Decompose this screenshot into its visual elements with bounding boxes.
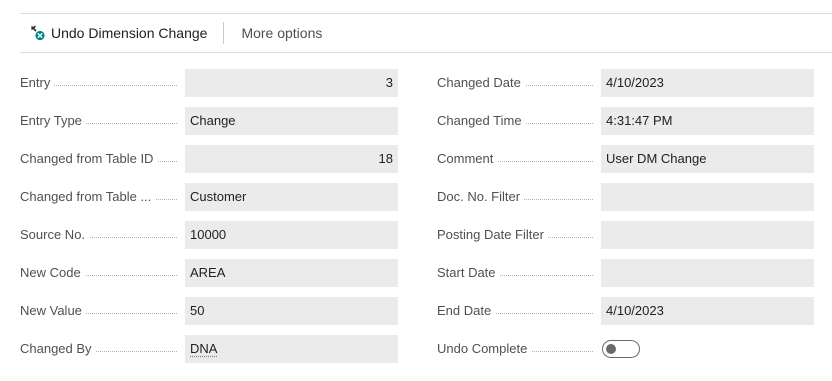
field-row-new-value: New Value 50: [20, 297, 398, 325]
entry-type-field[interactable]: Change: [185, 107, 398, 135]
field-row-changed-from-table-id: Changed from Table ID 18: [20, 145, 398, 173]
field-label: New Code: [20, 259, 185, 287]
more-options-button[interactable]: More options: [224, 14, 322, 52]
field-label: Changed from Table ...: [20, 183, 185, 211]
field-label: Entry Type: [20, 107, 185, 135]
field-label: Changed from Table ID: [20, 145, 185, 173]
undo-complete-toggle[interactable]: [602, 340, 640, 358]
field-label: End Date: [437, 297, 601, 325]
field-row-comment: Comment User DM Change: [437, 145, 814, 173]
field-label: Doc. No. Filter: [437, 183, 601, 211]
field-row-changed-by: Changed By DNA: [20, 335, 398, 363]
field-row-posting-date-filter: Posting Date Filter: [437, 221, 814, 249]
field-label: New Value: [20, 297, 185, 325]
changed-by-field[interactable]: DNA: [185, 335, 398, 363]
field-row-source-no: Source No. 10000: [20, 221, 398, 249]
end-date-field[interactable]: 4/10/2023: [601, 297, 814, 325]
start-date-field[interactable]: [601, 259, 814, 287]
field-label: Comment: [437, 145, 601, 173]
field-label: Changed Time: [437, 107, 601, 135]
field-row-start-date: Start Date: [437, 259, 814, 287]
field-row-changed-date: Changed Date 4/10/2023: [437, 69, 814, 97]
field-label: Entry: [20, 69, 185, 97]
field-label: Changed By: [20, 335, 185, 363]
field-row-end-date: End Date 4/10/2023: [437, 297, 814, 325]
field-label: Source No.: [20, 221, 185, 249]
undo-dimension-change-label: Undo Dimension Change: [51, 25, 208, 41]
field-row-doc-no-filter: Doc. No. Filter: [437, 183, 814, 211]
field-label: Posting Date Filter: [437, 221, 601, 249]
toggle-knob: [606, 344, 616, 354]
field-label: Undo Complete: [437, 335, 601, 363]
field-label: Start Date: [437, 259, 601, 287]
comment-field[interactable]: User DM Change: [601, 145, 814, 173]
undo-dimension-icon: [30, 25, 46, 41]
field-row-changed-time: Changed Time 4:31:47 PM: [437, 107, 814, 135]
changed-time-field[interactable]: 4:31:47 PM: [601, 107, 814, 135]
changed-from-table-caption-field[interactable]: Customer: [185, 183, 398, 211]
changed-by-value: DNA: [190, 341, 218, 356]
action-bar: Undo Dimension Change More options: [20, 14, 832, 53]
changed-date-field[interactable]: 4/10/2023: [601, 69, 814, 97]
field-row-entry: Entry 3: [20, 69, 398, 97]
field-row-entry-type: Entry Type Change: [20, 107, 398, 135]
undo-dimension-change-button[interactable]: Undo Dimension Change: [20, 14, 223, 52]
new-code-field[interactable]: AREA: [185, 259, 398, 287]
field-row-new-code: New Code AREA: [20, 259, 398, 287]
source-no-field[interactable]: 10000: [185, 221, 398, 249]
field-row-undo-complete: Undo Complete: [437, 335, 640, 363]
more-options-label: More options: [241, 25, 323, 41]
posting-date-filter-field[interactable]: [601, 221, 814, 249]
field-row-changed-from-table-caption: Changed from Table ... Customer: [20, 183, 398, 211]
doc-no-filter-field[interactable]: [601, 183, 814, 211]
changed-from-table-id-field[interactable]: 18: [185, 145, 398, 173]
field-label: Changed Date: [437, 69, 601, 97]
new-value-field[interactable]: 50: [185, 297, 398, 325]
entry-field[interactable]: 3: [185, 69, 398, 97]
